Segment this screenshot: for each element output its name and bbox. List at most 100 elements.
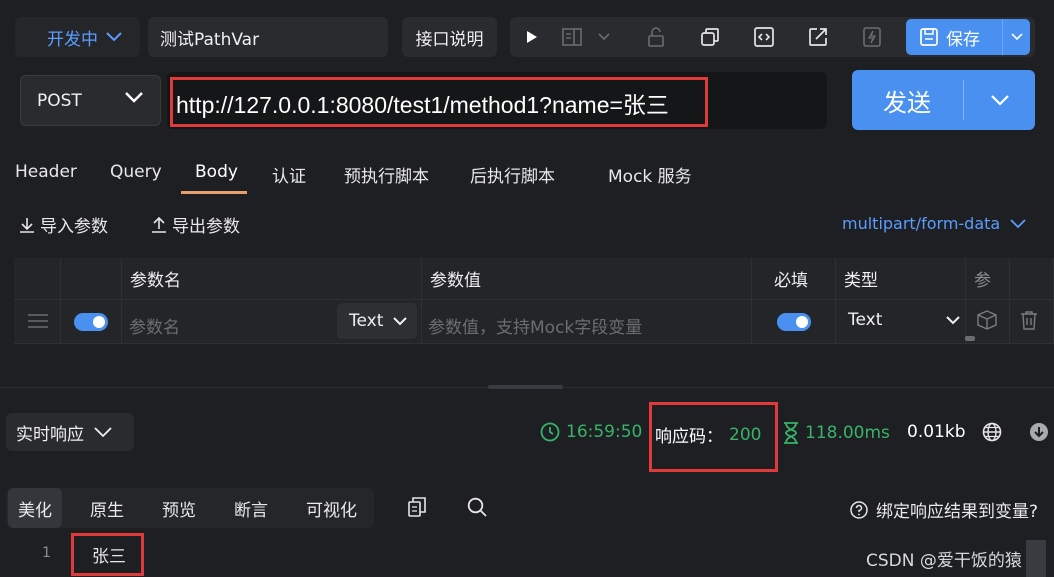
resize-handle[interactable] [488, 385, 563, 389]
watermark: CSDN @爱干饭的猿 [866, 551, 1022, 571]
chevron-down-icon[interactable] [592, 17, 616, 57]
header-cell-required: 必填 [752, 258, 836, 300]
help-icon [850, 500, 868, 519]
tab-mock-service[interactable]: Mock 服务 [608, 162, 692, 187]
header-cell-value: 参数值 [422, 258, 752, 300]
column-header-extra: 参 [974, 271, 991, 291]
param-name-input[interactable]: 参数名 [129, 313, 180, 338]
tab-pre-script[interactable]: 预执行脚本 [344, 162, 429, 187]
header-cell-type: 类型 [836, 258, 966, 300]
export-params-label: 导出参数 [172, 217, 240, 237]
param-type-label: Text [848, 310, 883, 330]
doc-button-label: 接口说明 [415, 29, 484, 50]
chevron-down-icon [1010, 33, 1023, 41]
response-size: 0.01kb [907, 422, 966, 442]
lock-icon[interactable] [638, 17, 674, 57]
bind-response-label: 绑定响应结果到变量? [876, 502, 1039, 522]
response-scrollbar[interactable] [1026, 540, 1046, 577]
copy-icon[interactable] [692, 17, 728, 57]
bind-response-variable[interactable]: 绑定响应结果到变量? [850, 497, 1038, 522]
response-duration: 118.00ms [783, 422, 890, 444]
content-type-select[interactable]: multipart/form-data [842, 214, 1026, 233]
row-drag-cell [14, 300, 61, 344]
tab-body[interactable]: Body [195, 162, 238, 182]
header-cell-actions [1010, 258, 1054, 300]
params-table: 参数名 参数值 必填 类型 参 参数名 Text 参数值，支持Mock字段变量 [14, 258, 1054, 344]
chevron-down-icon [106, 32, 122, 42]
status-highlight-box [649, 402, 778, 472]
response-time: 16:59:50 [540, 422, 642, 442]
row-required-cell [752, 300, 836, 344]
response-mode-select[interactable]: 实时响应 [6, 413, 134, 451]
response-duration-value: 118.00ms [805, 423, 890, 443]
code-icon[interactable] [746, 17, 782, 57]
tab-post-script[interactable]: 后执行脚本 [470, 162, 555, 187]
column-header-value: 参数值 [430, 271, 481, 291]
export-params-button[interactable]: 导出参数 [150, 212, 240, 237]
row-enable-cell [61, 300, 122, 344]
save-button[interactable]: 保存 [906, 19, 1002, 55]
upload-icon [150, 216, 168, 234]
save-icon [920, 28, 938, 46]
cube-icon[interactable] [976, 310, 998, 330]
param-name-type-label: Text [349, 311, 384, 331]
download-circle-icon[interactable] [1029, 422, 1049, 442]
layout-icon[interactable] [554, 17, 590, 57]
toolbar-actions: 保存 [510, 17, 1035, 57]
save-label: 保存 [946, 29, 980, 50]
tab-header[interactable]: Header [15, 162, 77, 182]
chevron-down-icon [393, 316, 408, 326]
method-select[interactable]: POST [20, 75, 161, 126]
chevron-down-icon [94, 426, 112, 438]
method-label: POST [37, 90, 82, 111]
send-label: 发送 [883, 88, 931, 117]
header-cell-enable [61, 258, 122, 300]
case-name-field[interactable]: 测试PathVar [148, 17, 388, 57]
chevron-down-icon [124, 91, 144, 103]
request-tabs: Header Query Body 认证 预执行脚本 后执行脚本 Mock 服务 [0, 140, 1054, 200]
response-tabs: 美化 原生 预览 断言 可视化 [6, 488, 374, 528]
globe-icon[interactable] [982, 422, 1002, 442]
row-value-cell: 参数值，支持Mock字段变量 [422, 300, 752, 344]
case-name-text: 测试PathVar [160, 29, 260, 50]
url-highlight-box [170, 77, 708, 127]
line-number: 1 [42, 545, 51, 561]
send-options-button[interactable] [964, 70, 1035, 130]
search-icon[interactable] [467, 497, 487, 517]
param-name-type-select[interactable]: Text [337, 303, 417, 339]
save-options-button[interactable] [1002, 19, 1030, 55]
copy-icon[interactable] [408, 497, 426, 517]
tab-auth[interactable]: 认证 [272, 162, 306, 187]
send-button[interactable]: 发送 [852, 70, 1035, 130]
drag-handle-icon[interactable] [27, 312, 49, 330]
active-tab-underline [181, 191, 247, 194]
response-time-value: 16:59:50 [566, 422, 643, 442]
param-value-input[interactable]: 参数值，支持Mock字段变量 [428, 313, 642, 338]
tab-preview[interactable]: 预览 [162, 488, 196, 528]
import-params-label: 导入参数 [40, 217, 108, 237]
tab-beautify[interactable]: 美化 [8, 488, 62, 528]
param-type-select[interactable]: Text [848, 310, 960, 330]
response-mode-label: 实时响应 [16, 424, 84, 445]
tab-assert[interactable]: 断言 [234, 488, 268, 528]
flash-icon[interactable] [854, 17, 890, 57]
play-icon[interactable] [514, 17, 550, 57]
header-cell-extra: 参 [966, 258, 1010, 300]
required-toggle[interactable] [777, 313, 811, 331]
column-header-name: 参数名 [130, 271, 181, 291]
tab-query[interactable]: Query [110, 162, 162, 182]
tab-raw[interactable]: 原生 [90, 488, 124, 528]
response-size-value: 0.01kb [907, 422, 966, 442]
share-icon[interactable] [800, 17, 836, 57]
column-header-required: 必填 [774, 271, 808, 291]
row-name-cell: 参数名 Text [122, 300, 422, 344]
tab-visualize[interactable]: 可视化 [306, 488, 357, 528]
table-scrollbar[interactable] [965, 336, 975, 341]
environment-label: 开发中 [47, 29, 98, 50]
response-highlight-box [71, 533, 144, 576]
doc-button[interactable]: 接口说明 [402, 17, 497, 57]
environment-select[interactable]: 开发中 [15, 17, 140, 57]
row-enable-toggle[interactable] [74, 313, 108, 331]
trash-icon[interactable] [1020, 310, 1038, 330]
import-params-button[interactable]: 导入参数 [18, 212, 108, 237]
